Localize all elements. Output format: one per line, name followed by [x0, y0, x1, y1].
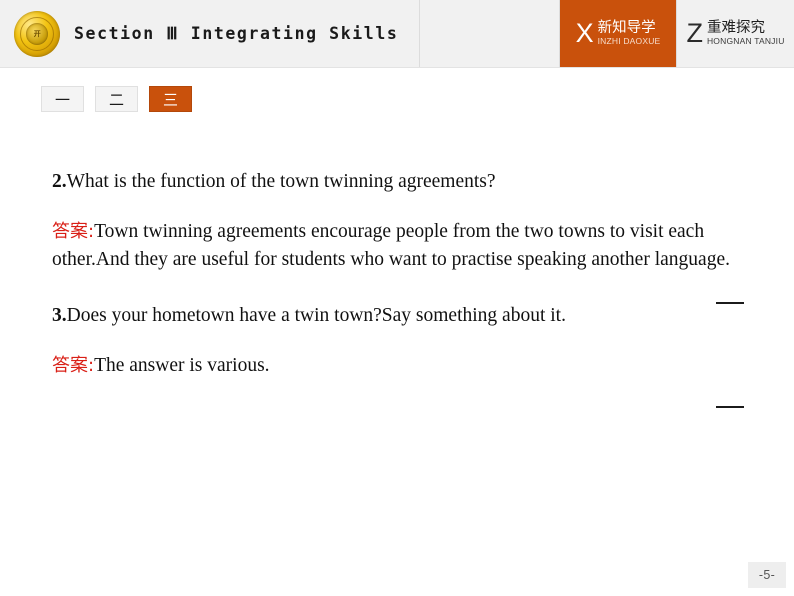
question-2-number: 2.	[52, 171, 67, 192]
tab-zhongnan-tanjiu[interactable]: Z 重难探究 HONGNAN TANJIU	[677, 0, 794, 67]
numeral-button-three[interactable]: 三	[149, 86, 192, 112]
tab-zhongnan-tanjiu-cn: 重难探究	[706, 19, 765, 36]
answer-2-end-dash	[716, 302, 744, 304]
question-3-number: 3.	[52, 305, 67, 327]
page-title: Section Ⅲ Integrating Skills	[74, 24, 399, 43]
answer-3-text: The answer is various.	[94, 354, 270, 376]
answer-2-label: 答案:	[52, 220, 95, 242]
page-number-badge: -5-	[748, 562, 786, 588]
answer-2: 答案:Town twinning agreements encourage pe…	[52, 218, 752, 275]
answer-3: 答案:The answer is various.	[52, 352, 752, 380]
tab-xinzhi-daoxue-en: INZHI DAOXUE	[597, 36, 661, 47]
tab-xinzhi-daoxue[interactable]: X 新知导学 INZHI DAOXUE	[560, 0, 677, 67]
question-3-text: Does your hometown have a twin town?Say …	[66, 305, 566, 327]
answer-3-label: 答案:	[52, 354, 95, 376]
tab-letter-x: X	[575, 18, 594, 48]
tab-zhongnan-tanjiu-texts: 重难探究 HONGNAN TANJIU	[706, 19, 785, 47]
numeral-button-one[interactable]: 一	[41, 86, 84, 112]
tab-zhongnan-tanjiu-en: HONGNAN TANJIU	[706, 36, 785, 47]
header-spacer	[420, 0, 560, 67]
tab-letter-z: Z	[686, 18, 703, 48]
header-title-area: 开 Section Ⅲ Integrating Skills	[0, 0, 420, 67]
logo-inner-mark: 开	[33, 29, 41, 38]
tab-xinzhi-daoxue-cn: 新知导学	[597, 19, 656, 36]
gold-seal-logo-icon: 开	[14, 10, 60, 57]
question-3: 3.Does your hometown have a twin town?Sa…	[52, 302, 752, 330]
tab-zhongnan-tanjiu-inner: Z 重难探究 HONGNAN TANJIU	[686, 20, 784, 47]
main-content: 2.What is the function of the town twinn…	[52, 168, 752, 380]
tab-xinzhi-daoxue-inner: X 新知导学 INZHI DAOXUE	[576, 20, 661, 47]
numeral-button-row: 一 二 三	[41, 86, 192, 112]
answer-2-text: Town twinning agreements encourage peopl…	[52, 220, 730, 270]
tab-xinzhi-daoxue-texts: 新知导学 INZHI DAOXUE	[597, 19, 661, 47]
answer-3-end-dash	[716, 406, 744, 408]
numeral-button-two[interactable]: 二	[95, 86, 138, 112]
question-2-text: What is the function of the town twinnin…	[66, 171, 496, 192]
page-header: 开 Section Ⅲ Integrating Skills X 新知导学 IN…	[0, 0, 794, 68]
question-2: 2.What is the function of the town twinn…	[52, 168, 752, 196]
